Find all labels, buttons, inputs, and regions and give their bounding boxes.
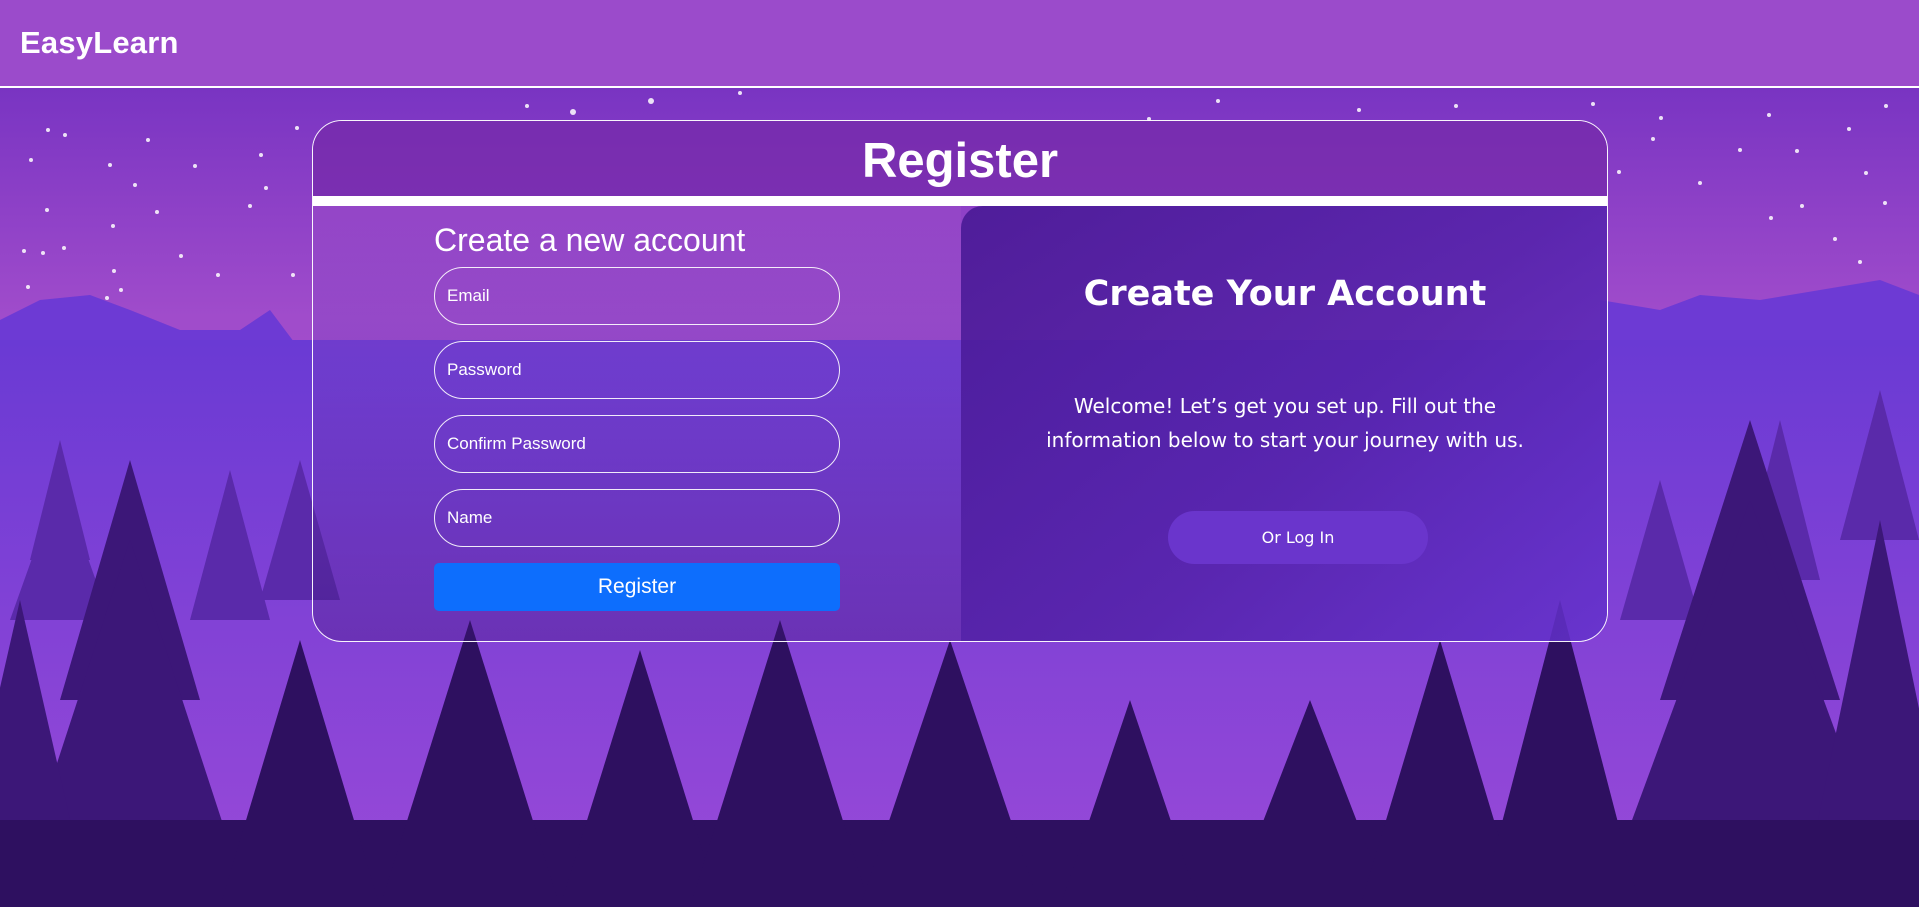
email-field[interactable] bbox=[434, 267, 840, 325]
promo-text: Welcome! Let’s get you set up. Fill out … bbox=[1046, 394, 1524, 452]
password-field[interactable] bbox=[434, 341, 840, 399]
register-button[interactable]: Register bbox=[434, 563, 840, 611]
card-header: Register bbox=[313, 121, 1607, 196]
name-field[interactable] bbox=[434, 489, 840, 547]
login-button[interactable]: Or Log In bbox=[1168, 511, 1428, 564]
promo-pane: Create Your Account Welcome! Let’s get y… bbox=[961, 206, 1607, 641]
promo-title: Create Your Account bbox=[1083, 274, 1487, 314]
header-divider bbox=[313, 196, 1607, 206]
register-card: Register Create a new account Create You… bbox=[312, 120, 1608, 642]
form-heading: Create a new account bbox=[434, 222, 746, 258]
page-title: Register bbox=[861, 134, 1059, 188]
brand-logo[interactable]: EasyLearn bbox=[20, 25, 179, 61]
top-navbar: EasyLearn bbox=[0, 0, 1919, 88]
confirm-password-field[interactable] bbox=[434, 415, 840, 473]
